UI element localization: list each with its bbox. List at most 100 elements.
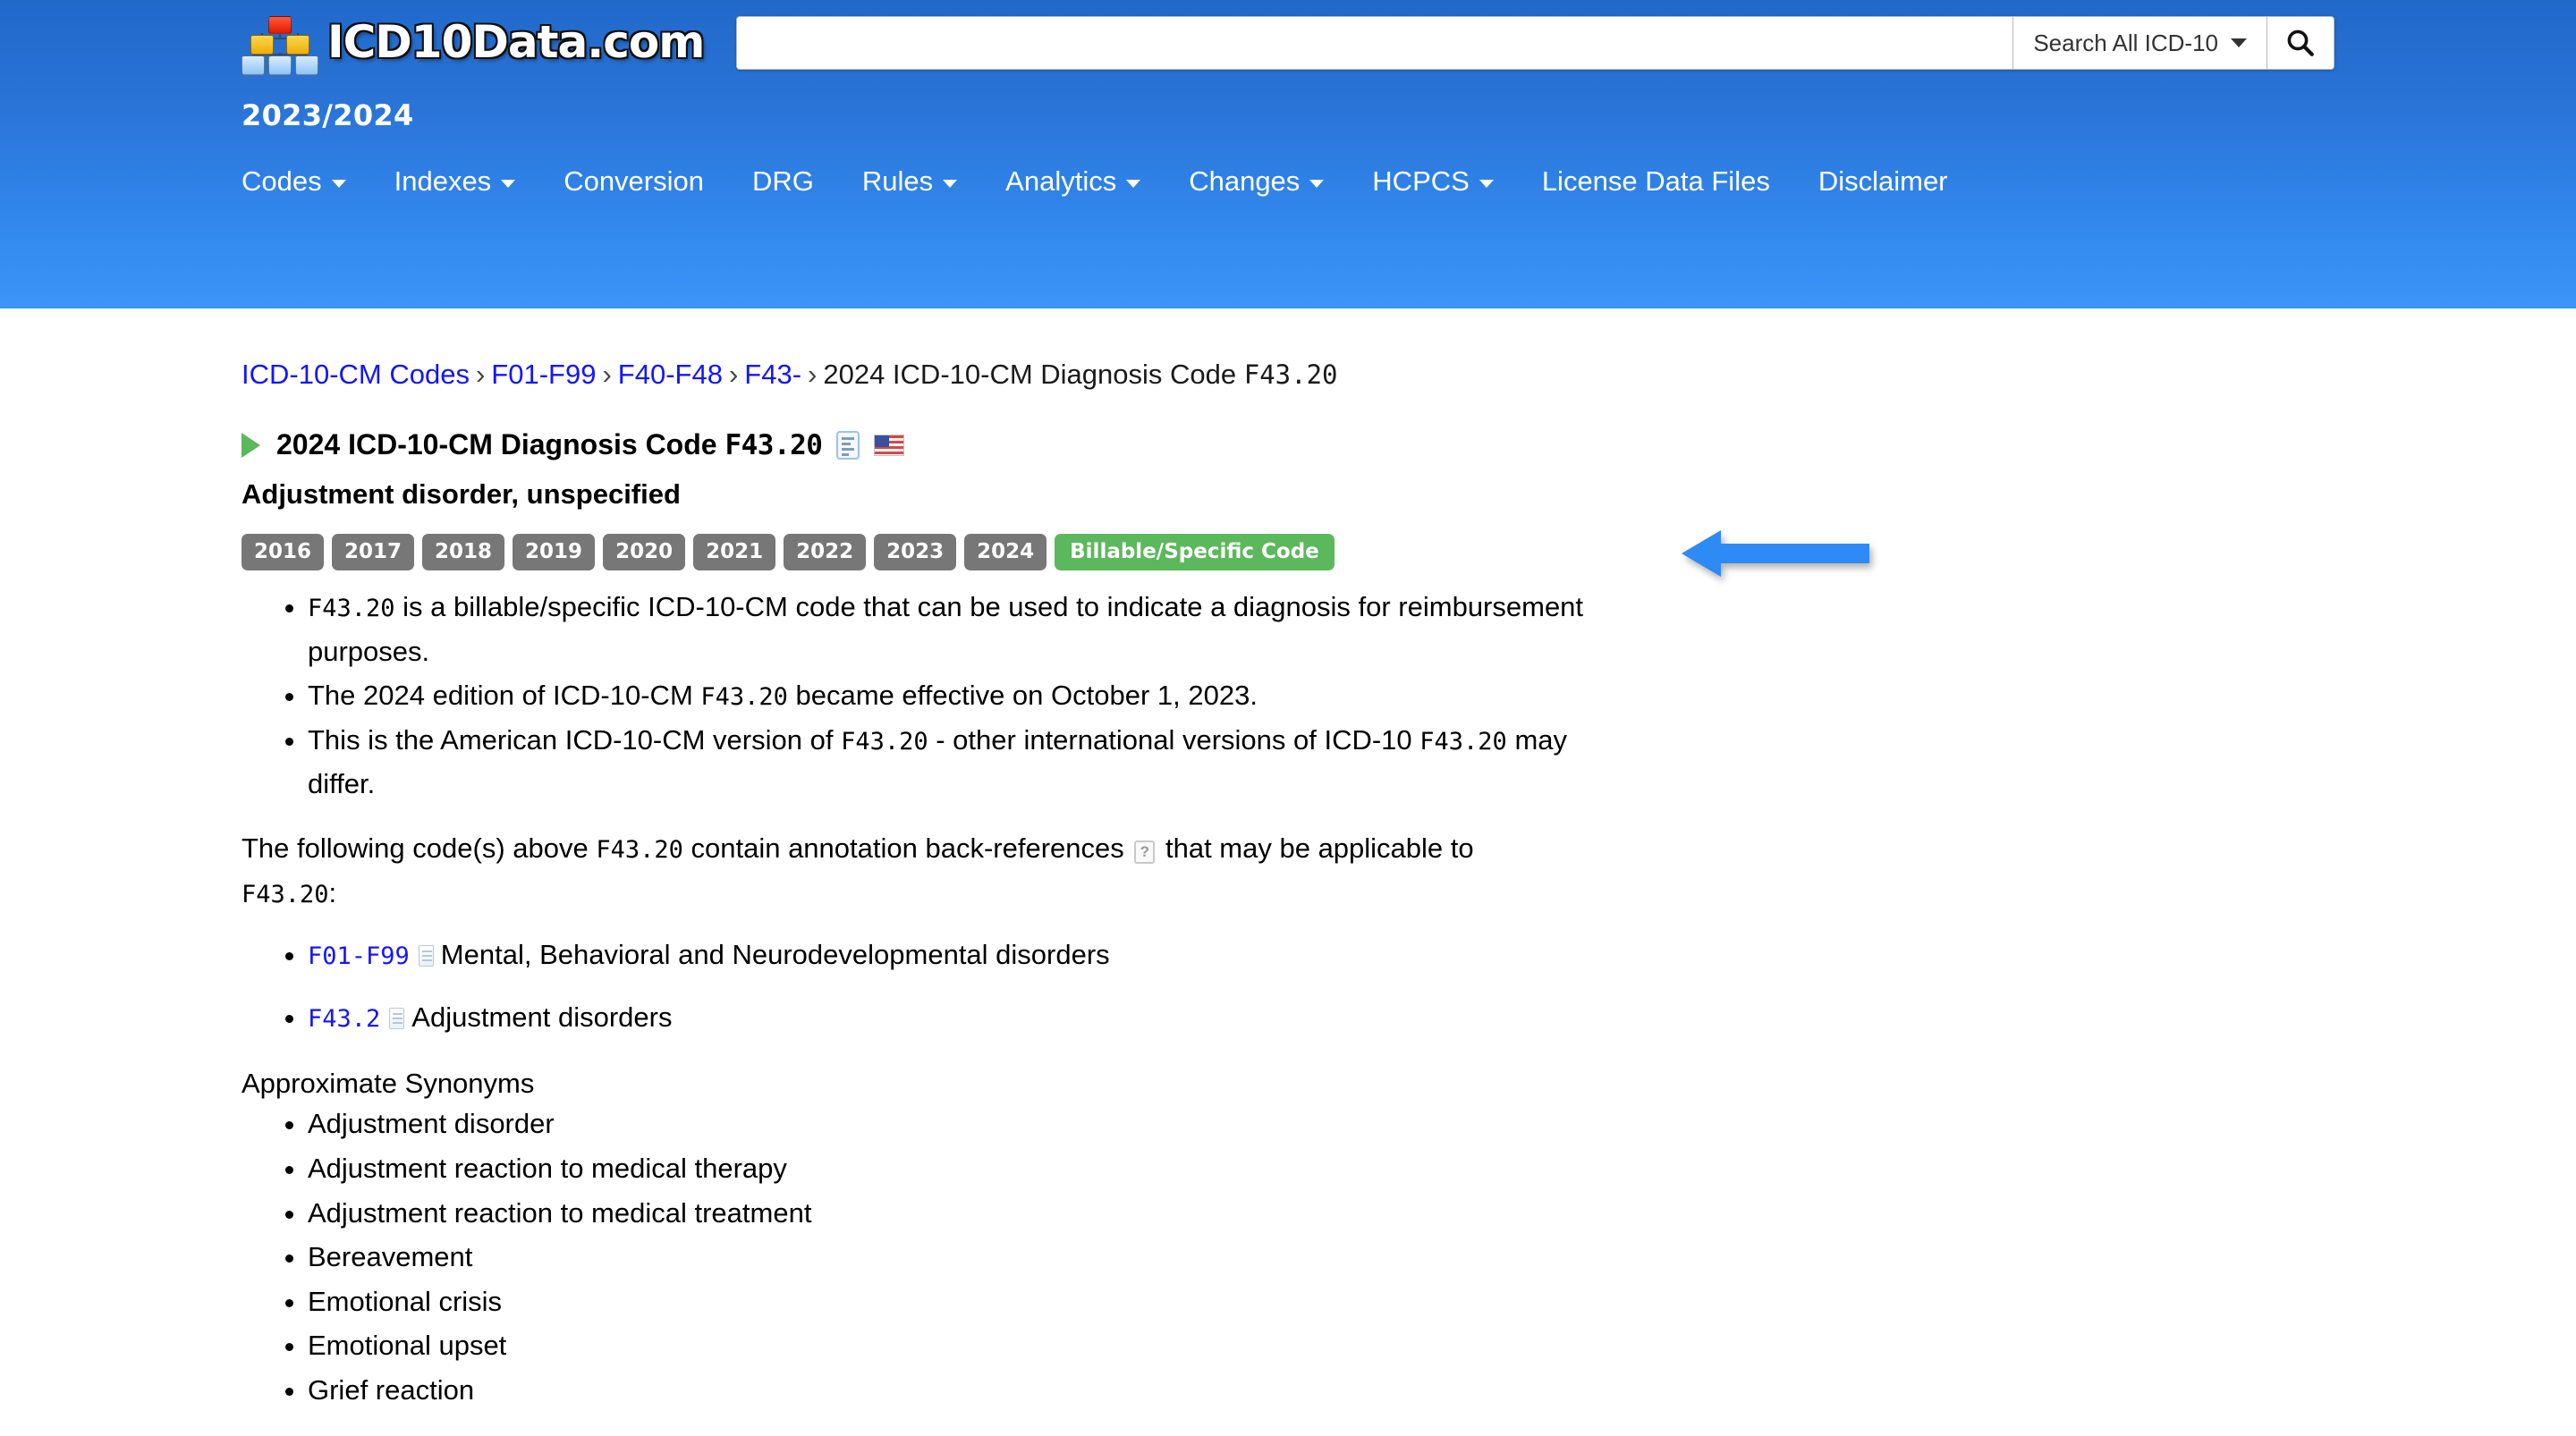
list-item: Adjustment reaction to medical therapy [308, 1146, 1637, 1191]
nav-item-drg[interactable]: DRG [752, 162, 839, 201]
document-icon[interactable] [389, 1007, 405, 1029]
inline-code: F43.20 [596, 835, 683, 864]
list-item: Grief reaction [308, 1368, 1637, 1413]
nav-item-codes[interactable]: Codes [242, 162, 371, 201]
fact-text-before: The 2024 edition of ICD-10-CM [308, 680, 701, 712]
breadcrumb-current-prefix: 2024 ICD-10-CM Diagnosis Code [823, 359, 1237, 390]
year-badge-2020[interactable]: 2020 [603, 534, 686, 571]
backref-link-f01-f99[interactable]: F01-F99 [308, 942, 410, 970]
code-description: Adjustment disorder, unspecified [242, 478, 681, 511]
back-reference-list: F01-F99 Mental, Behavioral and Neurodevel… [242, 933, 1637, 1039]
nav-label: Changes [1189, 165, 1301, 197]
green-triangle-icon[interactable] [242, 432, 260, 458]
nav-label: Disclaimer [1818, 165, 1948, 197]
question-mark-icon[interactable]: ? [1134, 840, 1156, 864]
nav-item-rules[interactable]: Rules [862, 162, 982, 201]
chevron-down-icon [1126, 180, 1141, 188]
list-item: The 2024 edition of ICD-10-CM F43.20 bec… [308, 673, 1637, 718]
list-item: Emotional upset [308, 1323, 1637, 1368]
site-logo[interactable]: ICD10Data.com [242, 16, 705, 75]
year-badge-2018[interactable]: 2018 [422, 534, 505, 571]
fact-text: became effective on October 1, 2023. [787, 680, 1258, 712]
chevron-down-icon [1479, 180, 1494, 188]
inline-code: F43.20 [700, 683, 788, 712]
backref-link-f43-2[interactable]: F43.2 [308, 1005, 380, 1033]
list-item: Adjustment reaction to medical treatment [308, 1191, 1637, 1236]
nav-item-changes[interactable]: Changes [1189, 162, 1349, 201]
inline-code: F43.20 [841, 727, 928, 756]
status-badge-billable[interactable]: Billable/Specific Code [1055, 534, 1335, 571]
list-item: This is the American ICD-10-CM version o… [308, 718, 1637, 807]
search-scope-dropdown[interactable]: Search All ICD-10 [2012, 16, 2267, 70]
breadcrumb-link-f40-f48[interactable]: F40-F48 [618, 359, 723, 390]
list-item: F43.20 is a billable/specific ICD-10-CM … [308, 585, 1637, 673]
clipboard-note-icon[interactable] [836, 430, 860, 460]
page-title: 2024 ICD-10-CM Diagnosis Code F43.20 [276, 428, 823, 462]
nav-item-disclaimer[interactable]: Disclaimer [1818, 162, 1973, 201]
breadcrumb-link-icd10cm-codes[interactable]: ICD-10-CM Codes [242, 359, 470, 390]
content-column: ICD-10-CM Codes › F01-F99 › F40-F48 › F43- › 202… [242, 355, 1869, 1413]
nav-label: HCPCS [1372, 165, 1470, 197]
blue-arrow-annotation [1682, 530, 1869, 578]
year-badge-2016[interactable]: 2016 [242, 534, 325, 571]
chevron-down-icon [943, 180, 958, 188]
search-input[interactable] [736, 16, 2013, 70]
fact-text-mid: - other international versions of ICD-10 [928, 723, 1420, 756]
document-icon[interactable] [418, 945, 434, 967]
list-item: Bereavement [308, 1235, 1637, 1280]
year-badge-2021[interactable]: 2021 [693, 534, 776, 571]
nav-item-hcpcs[interactable]: HCPCS [1372, 162, 1519, 201]
backref-text-1: The following code(s) above [242, 832, 597, 864]
nav-label: Indexes [394, 165, 492, 197]
main-content: ICD-10-CM Codes › F01-F99 › F40-F48 › F43- › 202… [242, 308, 2334, 1413]
code-title-row: 2024 ICD-10-CM Diagnosis Code F43.20 [242, 428, 1637, 461]
main-navigation: Codes Indexes Conversion DRG Rules Analy… [242, 162, 2334, 201]
nav-item-analytics[interactable]: Analytics [1005, 162, 1165, 201]
nav-label: Codes [242, 165, 322, 197]
year-badge-2022[interactable]: 2022 [784, 534, 867, 571]
breadcrumb-separator: › [475, 359, 486, 390]
inline-code: F43.20 [308, 595, 395, 623]
list-item: Emotional crisis [308, 1280, 1637, 1324]
nav-item-indexes[interactable]: Indexes [394, 162, 541, 201]
edition-label: 2023/2024 [242, 98, 414, 132]
chevron-down-icon [501, 180, 516, 188]
backref-text-4: : [328, 876, 337, 908]
list-item: Adjustment disorder [308, 1102, 1637, 1146]
backref-label: Adjustment disorders [411, 1001, 673, 1033]
year-badge-2017[interactable]: 2017 [332, 534, 415, 571]
list-item: F43.2 Adjustment disorders [308, 995, 1637, 1040]
nav-item-license-data-files[interactable]: License Data Files [1542, 162, 1795, 201]
year-badge-2024[interactable]: 2024 [964, 534, 1047, 571]
nav-label: License Data Files [1541, 165, 1770, 197]
breadcrumb-separator: › [602, 359, 612, 390]
year-badge-2019[interactable]: 2019 [513, 534, 596, 571]
nav-label: Rules [861, 165, 934, 197]
breadcrumb-separator: › [728, 359, 739, 390]
fact-text-before: This is the American ICD-10-CM version o… [308, 723, 842, 756]
magnifier-icon [2287, 30, 2314, 56]
breadcrumb: ICD-10-CM Codes › F01-F99 › F40-F48 › F43- › 202… [242, 355, 1637, 394]
year-badge-2023[interactable]: 2023 [874, 534, 957, 571]
breadcrumb-link-f01-f99[interactable]: F01-F99 [491, 359, 596, 390]
breadcrumb-current-code: F43.20 [1243, 359, 1338, 390]
breadcrumb-separator: › [808, 359, 818, 390]
search-button[interactable] [2267, 16, 2334, 70]
search-group: Search All ICD-10 [736, 16, 2334, 70]
synonyms-list: Adjustment disorder Adjustment reaction … [242, 1102, 1637, 1412]
backref-text-2: contain annotation back-references [682, 832, 1132, 864]
backref-label: Mental, Behavioral and Neurodevelopmenta… [440, 939, 1110, 971]
chevron-down-icon [331, 180, 346, 188]
us-flag-icon[interactable] [874, 434, 905, 456]
page-title-code: F43.20 [724, 429, 823, 462]
nav-label: DRG [752, 165, 814, 197]
breadcrumb-link-f43[interactable]: F43- [744, 359, 801, 390]
nav-item-conversion[interactable]: Conversion [564, 162, 729, 201]
nav-label: Conversion [564, 165, 704, 197]
inline-code: F43.20 [1419, 727, 1507, 756]
site-logo-text: ICD10Data.com [327, 16, 705, 68]
nav-label: Analytics [1005, 165, 1117, 197]
search-scope-label: Search All ICD-10 [2033, 29, 2218, 56]
header-top-row: ICD10Data.com Search All ICD-10 [242, 0, 2334, 75]
chevron-down-icon [1309, 180, 1325, 188]
